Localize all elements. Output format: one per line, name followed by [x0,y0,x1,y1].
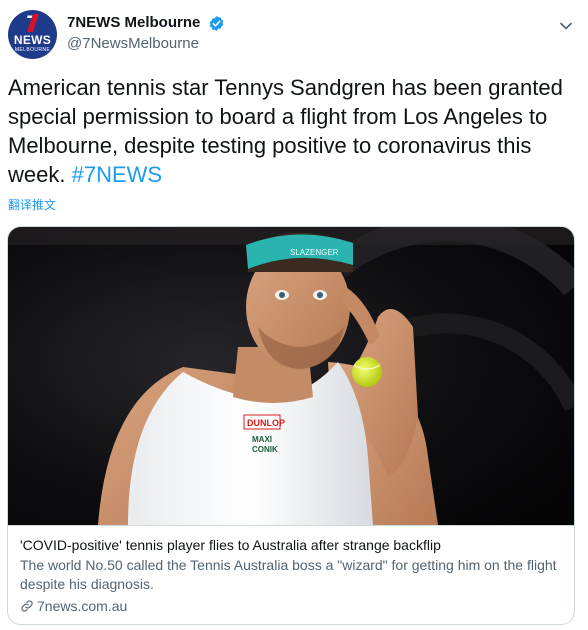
avatar[interactable]: 7 NEWS MELBOURNE [8,10,57,59]
tweet: 7 NEWS MELBOURNE 7NEWS Melbourne @7NewsM… [0,0,588,630]
chevron-down-icon[interactable] [556,16,576,36]
translate-tweet-link[interactable]: 翻译推文 [8,197,56,213]
avatar-brand: NEWS [13,33,52,47]
tweet-header: 7 NEWS MELBOURNE 7NEWS Melbourne @7NewsM… [8,10,580,62]
card-domain[interactable]: 7news.com.au [20,597,562,615]
avatar-city: MELBOURNE [14,47,51,53]
handle[interactable]: @7NewsMelbourne [67,35,225,53]
card-domain-text: 7news.com.au [37,598,128,614]
card-description: The world No.50 called the Tennis Austra… [20,557,557,592]
sponsor-line-2: MAXI [252,435,272,444]
headband-text: SLAZENGER [290,248,339,257]
sponsor-line-1: DUNLOP [247,418,285,428]
card-body[interactable]: 'COVID-positive' tennis player flies to … [8,525,574,624]
link-card[interactable]: SLAZENGER DUNLOP MAXI CONIK 'COVID-posit… [7,226,575,625]
card-title[interactable]: 'COVID-positive' tennis player flies to … [20,536,562,554]
display-name[interactable]: 7NEWS Melbourne [67,14,200,32]
link-icon [21,600,33,612]
hashtag-link[interactable]: #7NEWS [72,162,162,187]
sponsor-line-3: CONIK [252,445,278,454]
tweet-text: American tennis star Tennys Sandgren has… [8,73,574,189]
verified-badge-icon [209,15,224,31]
author-names: 7NEWS Melbourne @7NewsMelbourne [67,14,225,53]
card-image[interactable]: SLAZENGER DUNLOP MAXI CONIK [8,227,574,525]
